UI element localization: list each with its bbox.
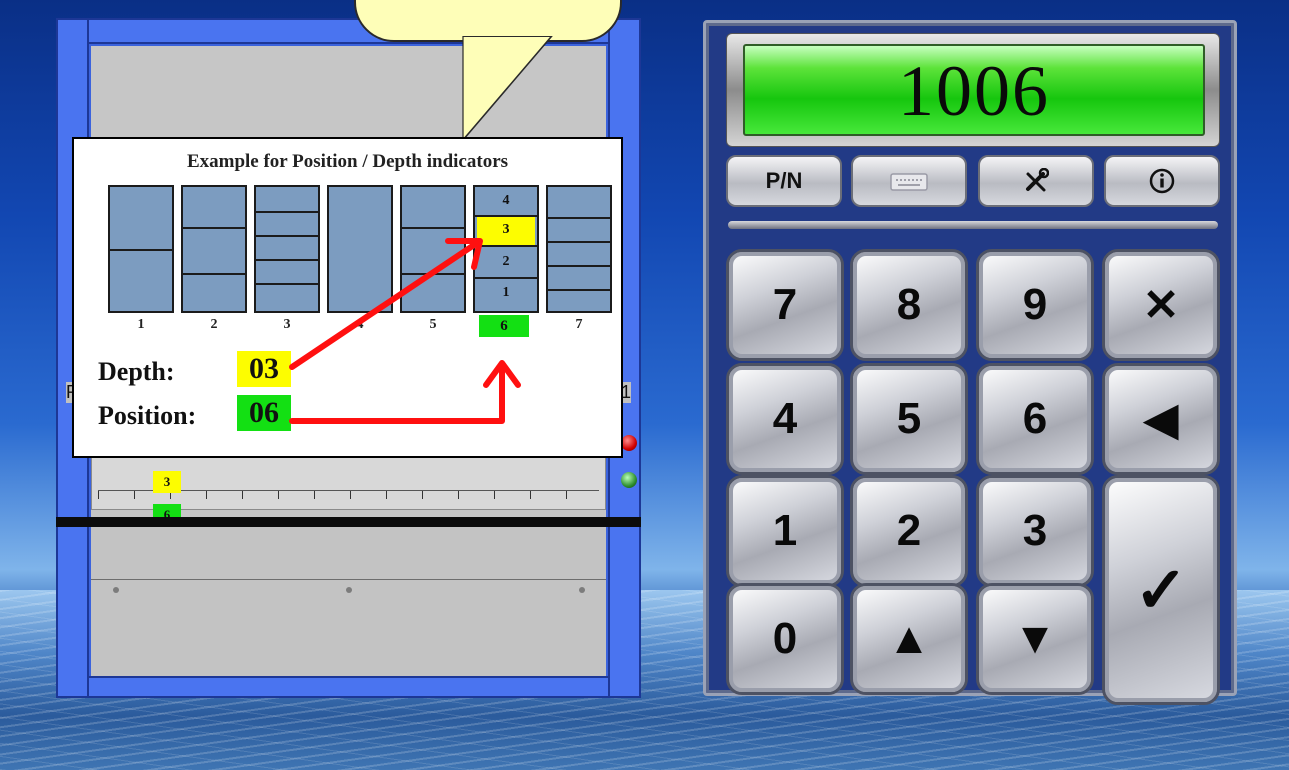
key-7[interactable]: 7 <box>726 249 844 361</box>
backspace-button[interactable]: ◀ <box>1102 363 1220 475</box>
down-button[interactable]: ▼ <box>976 583 1094 695</box>
key-9[interactable]: 9 <box>976 249 1094 361</box>
key-6[interactable]: 6 <box>976 363 1094 475</box>
key-4[interactable]: 4 <box>726 363 844 475</box>
key-0[interactable]: 0 <box>726 583 844 695</box>
tools-button[interactable] <box>978 155 1094 207</box>
speech-bubble-tail <box>462 36 553 142</box>
machine-divider-bar <box>56 517 641 527</box>
key-8[interactable]: 8 <box>850 249 968 361</box>
keypad-panel: 1006 P/N 7 8 9 ✕ 4 5 6 ◀ 1 2 3 ✓ 0 ▲ ▼ <box>703 20 1237 705</box>
position-depth-example: Example for Position / Depth indicators … <box>72 137 623 458</box>
display-frame: 1006 <box>726 33 1220 147</box>
clear-button[interactable]: ✕ <box>1102 249 1220 361</box>
key-2[interactable]: 2 <box>850 475 968 587</box>
tools-icon <box>1026 168 1049 192</box>
machine-lower-panel <box>91 527 606 680</box>
key-3[interactable]: 3 <box>976 475 1094 587</box>
info-icon <box>1149 168 1175 194</box>
keyboard-button[interactable] <box>851 155 967 207</box>
pn-button[interactable]: P/N <box>726 155 842 207</box>
enter-button[interactable]: ✓ <box>1102 475 1220 705</box>
indicator-arrows <box>289 238 521 424</box>
key-5[interactable]: 5 <box>850 363 968 475</box>
tray-depth-chip: 3 <box>153 471 181 493</box>
keyboard-icon <box>890 173 928 191</box>
green-lamp-icon <box>621 472 637 488</box>
keypad-separator <box>728 221 1218 229</box>
machine-bottom-bar <box>89 676 608 696</box>
info-button[interactable] <box>1104 155 1220 207</box>
up-button[interactable]: ▲ <box>850 583 968 695</box>
numeric-display: 1006 <box>743 44 1205 136</box>
key-1[interactable]: 1 <box>726 475 844 587</box>
